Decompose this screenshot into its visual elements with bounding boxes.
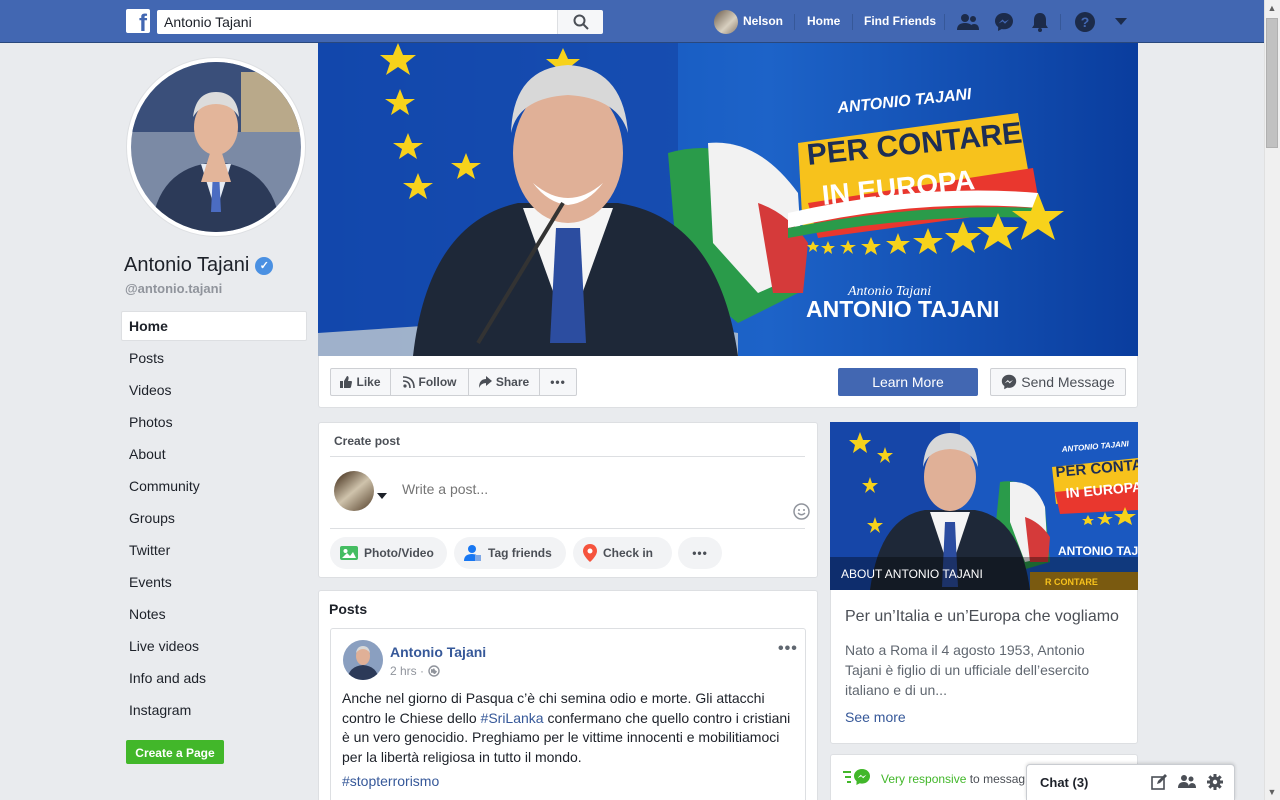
sidebar-item-events[interactable]: Events bbox=[121, 567, 307, 597]
composer-avatar[interactable] bbox=[334, 471, 374, 511]
post-body-text: Anche nel giorno di Pasqua c’è chi semin… bbox=[342, 689, 792, 767]
learn-more-button[interactable]: Learn More bbox=[838, 368, 978, 396]
sidebar-item-posts[interactable]: Posts bbox=[121, 343, 307, 373]
scrollbar-thumb[interactable] bbox=[1266, 18, 1278, 148]
post-author-avatar[interactable] bbox=[343, 640, 383, 680]
about-headline: Per un’Italia e un’Europa che vogliamo bbox=[845, 608, 1119, 625]
divider bbox=[330, 528, 805, 529]
sidebar-item-info-and-ads[interactable]: Info and ads bbox=[121, 663, 307, 693]
notifications-bell-icon[interactable] bbox=[1029, 11, 1051, 33]
cover-bottom-name: ANTONIO TAJANI bbox=[806, 296, 999, 322]
about-card-title[interactable]: About Antonio Tajani bbox=[841, 567, 983, 581]
tag-friends-label: Tag friends bbox=[488, 546, 552, 560]
account-dropdown-chevron-icon[interactable] bbox=[1110, 11, 1132, 33]
nav-divider bbox=[1060, 14, 1061, 30]
chat-label[interactable]: Chat (3) bbox=[1040, 775, 1088, 790]
share-button[interactable]: Share bbox=[468, 368, 540, 396]
like-label: Like bbox=[356, 375, 381, 389]
post-author-name[interactable]: Antonio Tajani bbox=[390, 644, 486, 660]
home-link[interactable]: Home bbox=[807, 14, 840, 28]
find-friends-link[interactable]: Find Friends bbox=[864, 14, 936, 28]
sidebar-item-home[interactable]: Home bbox=[121, 311, 307, 341]
tag-friends-button[interactable]: Tag friends bbox=[454, 537, 566, 569]
photo-icon bbox=[340, 546, 358, 560]
more-options-button[interactable]: ••• bbox=[539, 368, 577, 396]
responsive-messenger-icon bbox=[843, 768, 871, 789]
check-in-label: Check in bbox=[603, 546, 654, 560]
sidebar-item-photos[interactable]: Photos bbox=[121, 407, 307, 437]
create-page-button[interactable]: Create a Page bbox=[126, 740, 224, 764]
scroll-down-arrow-icon[interactable]: ▼ bbox=[1264, 784, 1280, 800]
see-more-link[interactable]: See more bbox=[845, 709, 906, 725]
chat-settings-gear-icon[interactable] bbox=[1206, 773, 1224, 791]
cover-photo[interactable]: ANTONIO TAJANI PER CONTARE IN EUROPA Ant… bbox=[318, 43, 1138, 356]
about-img-bottom-name: ANTONIO TAJ bbox=[1058, 544, 1138, 558]
svg-text:?: ? bbox=[1081, 14, 1090, 30]
like-button[interactable]: Like bbox=[330, 368, 391, 396]
posts-section-title: Posts bbox=[329, 601, 368, 617]
very-responsive-label: Very responsive bbox=[881, 772, 967, 786]
sidebar-item-instagram[interactable]: Instagram bbox=[121, 695, 307, 725]
hashtag-srilanka[interactable]: #SriLanka bbox=[481, 710, 544, 726]
messenger-icon bbox=[1002, 374, 1017, 390]
post-time-text: 2 hrs · bbox=[390, 664, 425, 678]
nav-divider bbox=[944, 14, 945, 30]
facebook-logo-icon[interactable]: f bbox=[126, 9, 150, 33]
share-label: Share bbox=[495, 375, 530, 389]
hashtag-stopterrorismo[interactable]: #stopterrorismo bbox=[342, 772, 439, 792]
help-question-icon[interactable]: ? bbox=[1074, 11, 1096, 33]
send-message-label: Send Message bbox=[1021, 374, 1115, 390]
page-handle[interactable]: @antonio.tajani bbox=[125, 281, 222, 296]
sidebar-item-about[interactable]: About bbox=[121, 439, 307, 469]
check-in-button[interactable]: Check in bbox=[573, 537, 672, 569]
friend-requests-icon[interactable] bbox=[957, 11, 979, 33]
verified-badge-icon: ✓ bbox=[255, 256, 274, 275]
follow-button[interactable]: Follow bbox=[390, 368, 469, 396]
sidebar-item-notes[interactable]: Notes bbox=[121, 599, 307, 629]
responsiveness-rest: to messag bbox=[966, 772, 1026, 786]
profile-photo-image bbox=[131, 62, 301, 232]
send-message-button[interactable]: Send Message bbox=[990, 368, 1126, 396]
thumbs-up-icon bbox=[340, 376, 353, 388]
scroll-up-arrow-icon[interactable]: ▲ bbox=[1264, 0, 1280, 16]
create-post-label: Create post bbox=[334, 434, 401, 448]
new-message-compose-icon[interactable] bbox=[1150, 773, 1168, 791]
write-post-input[interactable] bbox=[402, 481, 782, 497]
about-cover-image[interactable]: ANTONIO TAJANI PER CONTARE IN EUROPA ANT… bbox=[830, 422, 1138, 590]
tag-friends-icon bbox=[464, 545, 481, 561]
sidebar-item-groups[interactable]: Groups bbox=[121, 503, 307, 533]
sidebar-item-videos[interactable]: Videos bbox=[121, 375, 307, 405]
about-description: Nato a Roma il 4 agosto 1953, Antonio Ta… bbox=[845, 642, 1090, 698]
sidebar-item-twitter[interactable]: Twitter bbox=[121, 535, 307, 565]
create-group-icon[interactable] bbox=[1178, 773, 1196, 791]
search-input[interactable] bbox=[157, 10, 557, 34]
photo-video-button[interactable]: Photo/Video bbox=[330, 537, 447, 569]
user-avatar[interactable] bbox=[714, 10, 738, 34]
page-title: Antonio Tajani ✓ bbox=[124, 254, 274, 277]
post-options-menu-button[interactable]: ••• bbox=[778, 640, 798, 658]
post-timestamp[interactable]: 2 hrs · bbox=[390, 664, 440, 678]
search-icon bbox=[573, 14, 589, 30]
sidebar-item-live-videos[interactable]: Live videos bbox=[121, 631, 307, 661]
divider bbox=[330, 456, 805, 457]
photo-video-label: Photo/Video bbox=[364, 546, 434, 560]
messenger-icon[interactable] bbox=[993, 11, 1015, 33]
search-button[interactable] bbox=[557, 10, 603, 34]
responsiveness-text: Very responsive to messag bbox=[881, 772, 1025, 786]
location-pin-icon bbox=[583, 544, 597, 562]
globe-public-icon bbox=[428, 665, 440, 677]
composer-identity-dropdown-icon[interactable] bbox=[377, 488, 387, 502]
more-composer-options-button[interactable]: ••• bbox=[678, 537, 722, 569]
follow-label: Follow bbox=[418, 375, 457, 389]
about-img-strip-text: R CONTARE bbox=[1045, 577, 1098, 587]
profile-picture[interactable] bbox=[126, 57, 306, 237]
rss-follow-icon bbox=[402, 376, 415, 388]
page-name-text: Antonio Tajani bbox=[124, 254, 250, 276]
nav-divider bbox=[794, 14, 795, 30]
user-profile-link[interactable]: Nelson bbox=[743, 14, 783, 28]
nav-divider bbox=[852, 14, 853, 30]
sidebar-item-community[interactable]: Community bbox=[121, 471, 307, 501]
emoji-icon[interactable] bbox=[793, 503, 810, 523]
share-arrow-icon bbox=[478, 376, 492, 388]
